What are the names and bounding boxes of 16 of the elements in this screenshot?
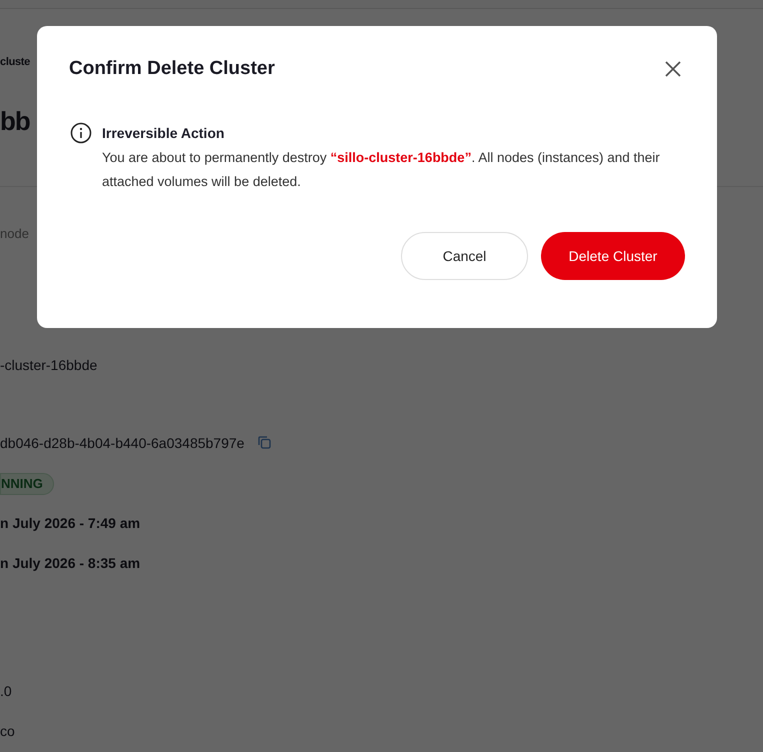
alert-title: Irreversible Action <box>102 124 226 143</box>
close-icon[interactable] <box>663 59 683 79</box>
dialog-title: Confirm Delete Cluster <box>69 58 275 80</box>
status-badge: NNING <box>0 473 54 495</box>
cancel-button[interactable]: Cancel <box>401 232 528 280</box>
cluster-id: db046-d28b-4b04-b440-6a03485b797e <box>0 434 244 453</box>
info-icon <box>70 122 92 144</box>
field-value: -cluster-16bbde <box>0 356 98 375</box>
field-value: .0 <box>0 682 12 701</box>
page-heading: bb <box>0 106 30 136</box>
field-value: co <box>0 722 15 741</box>
breadcrumb[interactable]: cluste <box>0 56 30 68</box>
delete-button[interactable]: Delete Cluster <box>541 232 685 280</box>
field-value: n July 2026 - 7:49 am <box>0 514 140 533</box>
alert-message: You are about to permanently destroy “sillo-cluster-16bbde”. All nodes (instances) and their attached volumes will be deleted. <box>102 149 661 191</box>
field-value: n July 2026 - 8:35 am <box>0 554 140 573</box>
